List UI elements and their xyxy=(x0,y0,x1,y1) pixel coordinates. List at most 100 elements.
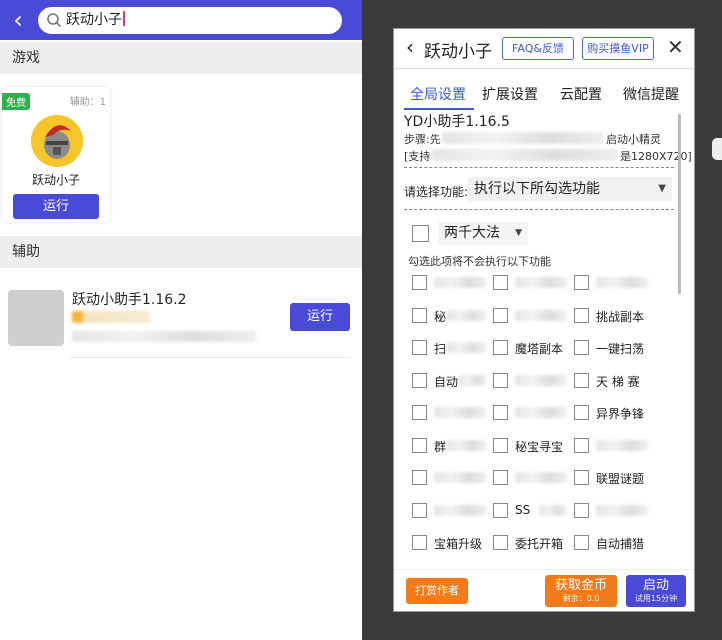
option-label: 群 xyxy=(434,439,447,454)
game-avatar-icon xyxy=(31,115,83,167)
option-checkbox[interactable] xyxy=(412,535,427,550)
function-select[interactable]: 执行以下所勾选功能 ▼ xyxy=(468,177,672,201)
option-checkbox[interactable] xyxy=(493,340,508,355)
option-checkbox[interactable] xyxy=(574,307,589,323)
blurred-text xyxy=(515,374,567,386)
game-card[interactable]: 免费 辅助：1 跃动小子 运行 xyxy=(2,87,110,222)
option-label: 魔塔副本 xyxy=(515,342,564,356)
option-checkbox[interactable] xyxy=(574,340,589,355)
option-checkbox[interactable] xyxy=(493,372,508,388)
divider xyxy=(404,167,674,168)
tab-global-settings[interactable]: 全局设置 xyxy=(410,84,466,104)
assist-title: 跃动小助手1.16.2 xyxy=(72,292,187,308)
special-mode-hint: 勾选此项将不会执行以下功能 xyxy=(408,255,551,268)
section-games-header: 游戏 xyxy=(0,42,362,74)
search-input[interactable]: 跃动小子 xyxy=(38,7,342,34)
option-label: 异界争锋 xyxy=(596,407,645,421)
option-checkbox[interactable] xyxy=(493,307,508,323)
divider xyxy=(404,209,674,210)
assist-run-button[interactable]: 运行 xyxy=(290,303,350,331)
dialog-header: ‹ 跃动小子 FAQ&反馈 购买摸鱼VIP ✕ xyxy=(394,29,694,69)
free-badge: 免费 xyxy=(2,93,30,110)
option-checkbox[interactable] xyxy=(493,470,508,485)
game-run-button[interactable]: 运行 xyxy=(13,194,99,219)
dropdown-arrow-icon: ▼ xyxy=(515,228,522,238)
dialog-title: 跃动小子 xyxy=(424,42,492,62)
option-label: 自动 xyxy=(434,374,459,389)
blurred-text xyxy=(446,342,486,353)
tip-author-button[interactable]: 打赏作者 xyxy=(406,578,468,604)
option-checkbox[interactable] xyxy=(412,437,427,453)
gold-remaining: 剩余：0.0 xyxy=(562,594,600,603)
option-checkbox[interactable] xyxy=(574,437,589,453)
settings-tabs: 全局设置 扩展设置 云配置 微信提醒 xyxy=(394,84,694,110)
blurred-text xyxy=(72,331,256,342)
blurred-text xyxy=(515,472,567,483)
blurred-text xyxy=(515,407,567,418)
step-instructions: 步骤:先 xyxy=(404,133,441,146)
blurred-text xyxy=(596,504,648,516)
back-arrow-icon[interactable]: ‹ xyxy=(6,6,30,34)
option-checkbox[interactable] xyxy=(493,502,508,518)
back-arrow-icon[interactable]: ‹ xyxy=(406,35,414,59)
special-mode-value: 两千大法 xyxy=(444,225,500,241)
blurred-text xyxy=(434,277,486,288)
option-checkbox[interactable] xyxy=(493,437,508,453)
dialog-footer: 打赏作者 获取金币 剩余：0.0 启动 试用15分钟 xyxy=(394,569,694,611)
option-checkbox[interactable] xyxy=(412,307,427,323)
assist-thumbnail xyxy=(8,290,64,346)
special-mode-select[interactable]: 两千大法 ▼ xyxy=(438,222,528,245)
start-button[interactable]: 启动 试用15分钟 xyxy=(626,575,686,607)
option-checkbox[interactable] xyxy=(493,535,508,550)
option-checkbox[interactable] xyxy=(412,470,427,485)
special-mode-checkbox[interactable] xyxy=(412,225,429,242)
option-checkbox[interactable] xyxy=(412,372,427,388)
trial-duration: 试用15分钟 xyxy=(634,594,678,603)
option-checkbox[interactable] xyxy=(574,372,589,388)
support-note-tail: 是1280X720] xyxy=(620,150,692,163)
blurred-text xyxy=(515,277,567,288)
option-checkbox[interactable] xyxy=(574,535,589,550)
blurred-text xyxy=(432,149,618,161)
search-icon xyxy=(47,13,62,28)
start-label: 启动 xyxy=(642,578,669,593)
option-checkbox[interactable] xyxy=(412,405,427,420)
buy-vip-button[interactable]: 购买摸鱼VIP xyxy=(582,37,654,60)
tab-wechat-alert[interactable]: 微信提醒 xyxy=(623,84,679,104)
option-label: 天 梯 赛 xyxy=(596,374,640,389)
faq-feedback-button[interactable]: FAQ&反馈 xyxy=(502,37,574,60)
option-checkbox[interactable] xyxy=(493,275,508,290)
tab-extended-settings[interactable]: 扩展设置 xyxy=(482,84,538,104)
option-checkbox[interactable] xyxy=(493,405,508,420)
blurred-text xyxy=(442,132,604,144)
active-tab-indicator xyxy=(404,108,474,110)
option-label: 秘 xyxy=(434,309,447,324)
helper-dialog: ‹ 跃动小子 FAQ&反馈 购买摸鱼VIP ✕ 全局设置 扩展设置 云配置 微信… xyxy=(393,28,695,612)
close-icon[interactable]: ✕ xyxy=(667,35,684,59)
blurred-text xyxy=(434,407,486,418)
option-checkbox[interactable] xyxy=(574,405,589,420)
blurred-text xyxy=(458,374,486,386)
blurred-text xyxy=(446,439,486,451)
assist-list-item[interactable]: 跃动小助手1.16.2 运行 xyxy=(0,285,362,360)
blurred-text xyxy=(72,311,150,323)
floating-handle-icon[interactable] xyxy=(712,138,722,160)
game-name: 跃动小子 xyxy=(31,173,80,187)
blurred-text xyxy=(515,309,567,321)
get-gold-button[interactable]: 获取金币 剩余：0.0 xyxy=(545,575,617,607)
option-checkbox[interactable] xyxy=(574,275,589,290)
blurred-text xyxy=(596,277,648,288)
scrollbar[interactable] xyxy=(678,114,681,294)
option-label: 一键扫荡 xyxy=(596,342,645,356)
option-checkbox[interactable] xyxy=(412,340,427,355)
tab-cloud-config[interactable]: 云配置 xyxy=(560,84,602,104)
option-checkbox[interactable] xyxy=(412,275,427,290)
option-checkbox[interactable] xyxy=(574,470,589,485)
option-label: 挑战副本 xyxy=(596,309,645,324)
get-gold-label: 获取金币 xyxy=(554,578,607,593)
blurred-text xyxy=(539,504,567,516)
option-checkbox[interactable] xyxy=(574,502,589,518)
section-assist-header: 辅助 xyxy=(0,236,362,268)
dropdown-arrow-icon: ▼ xyxy=(658,183,666,194)
option-checkbox[interactable] xyxy=(412,502,427,518)
